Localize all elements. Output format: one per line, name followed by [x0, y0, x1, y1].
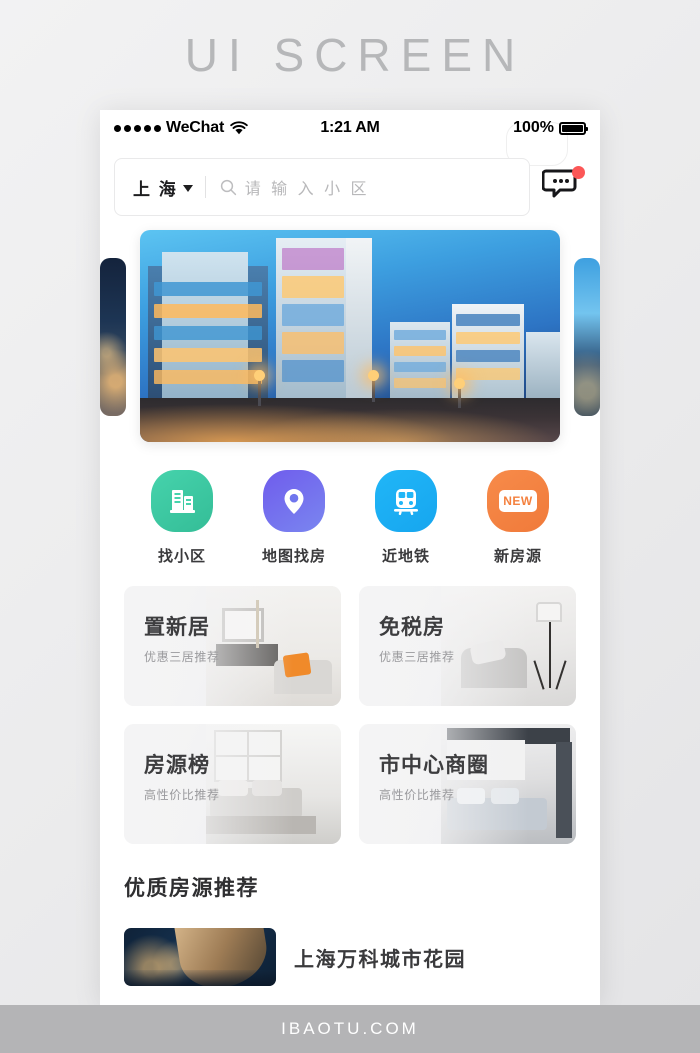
chevron-down-icon: [182, 184, 193, 192]
building-icon-bg: [151, 470, 213, 532]
quick-action-label: 新房源: [493, 548, 542, 565]
status-bar: WeChat 1:21 AM 100%: [100, 110, 600, 146]
promo-subtitle: 高性价比推荐: [379, 788, 455, 803]
banner-slide-active[interactable]: [140, 230, 560, 442]
promo-subtitle: 优惠三居推荐: [379, 650, 455, 665]
phone-screen: WeChat 1:21 AM 100% 上 海 请 输 入 小 区 找小区 地图…: [100, 110, 600, 1005]
quick-action-label: 近地铁: [381, 548, 430, 565]
promo-subtitle: 高性价比推荐: [144, 788, 220, 803]
building-icon: [170, 490, 195, 513]
train-icon: [394, 489, 418, 516]
promo-card-downtown[interactable]: 市中心商圈 高性价比推荐: [359, 724, 576, 844]
quick-action-label: 找小区: [157, 548, 206, 565]
promo-title: 置新居: [144, 616, 210, 639]
promo-text: 房源榜 高性价比推荐: [144, 754, 220, 803]
new-badge-text: NEW: [503, 494, 533, 508]
promo-text: 免税房 优惠三居推荐: [379, 616, 455, 665]
quick-actions: 找小区 地图找房 近地铁 NEW 新房源: [100, 442, 600, 572]
banner-slide-prev[interactable]: [100, 258, 126, 416]
recommend-title: 优质房源推荐: [124, 877, 259, 900]
battery-icon: [559, 121, 588, 135]
city-label: 上 海: [133, 179, 178, 199]
promo-title: 房源榜: [144, 754, 210, 777]
promo-card-new-home[interactable]: 置新居 优惠三居推荐: [124, 586, 341, 706]
message-badge: [572, 166, 585, 179]
footer-label: IBAOTU.COM: [281, 1019, 419, 1038]
status-bar-time: 1:21 AM: [320, 119, 380, 136]
new-badge-icon-bg: NEW: [487, 470, 549, 532]
train-icon-bg: [375, 470, 437, 532]
search-icon: [220, 179, 237, 196]
promo-card-listing-rank[interactable]: 房源榜 高性价比推荐: [124, 724, 341, 844]
message-button[interactable]: [541, 165, 586, 209]
recommend-section: 优质房源推荐 上海万科城市花园: [100, 844, 600, 986]
new-badge-icon: NEW: [499, 490, 537, 512]
quick-action-near-metro[interactable]: 近地铁: [363, 470, 449, 566]
banner-carousel[interactable]: [100, 230, 600, 442]
search-input[interactable]: 请 输 入 小 区: [245, 175, 370, 199]
quick-action-label: 地图找房: [261, 548, 326, 565]
banner-slide-next[interactable]: [574, 258, 600, 416]
promo-text: 置新居 优惠三居推荐: [144, 616, 220, 665]
search-bar[interactable]: 上 海 请 输 入 小 区: [114, 158, 530, 216]
quick-action-new-listings[interactable]: NEW 新房源: [475, 470, 561, 566]
promo-title: 市中心商圈: [379, 754, 489, 777]
listing-name: 上海万科城市花园: [294, 948, 466, 971]
search-field[interactable]: 请 输 入 小 区: [206, 175, 529, 199]
map-pin-icon: [284, 489, 304, 514]
promo-card-tax-free[interactable]: 免税房 优惠三居推荐: [359, 586, 576, 706]
promo-grid: 置新居 优惠三居推荐 免税房 优惠三居推荐 房源榜 高性价比推荐 市中心商圈 高…: [100, 572, 600, 844]
city-selector[interactable]: 上 海: [115, 175, 205, 200]
page-header: UI SCREEN: [0, 0, 700, 110]
promo-text: 市中心商圈 高性价比推荐: [379, 754, 489, 803]
quick-action-map-search[interactable]: 地图找房: [251, 470, 337, 566]
modern-apartments-twilight-slide: [140, 230, 560, 442]
promo-title: 免税房: [379, 616, 445, 639]
map-pin-icon-bg: [263, 470, 325, 532]
promo-subtitle: 优惠三居推荐: [144, 650, 220, 665]
footer-bar: IBAOTU.COM: [0, 1005, 700, 1053]
list-item[interactable]: 上海万科城市花园: [124, 928, 576, 986]
waterfront-towers-slide: [574, 258, 600, 416]
quick-action-find-community[interactable]: 找小区: [139, 470, 225, 566]
city-night-slide: [100, 258, 126, 416]
search-row: 上 海 请 输 入 小 区: [100, 146, 600, 226]
building-night-thumb: [124, 928, 276, 986]
page-title: UI SCREEN: [184, 29, 526, 81]
